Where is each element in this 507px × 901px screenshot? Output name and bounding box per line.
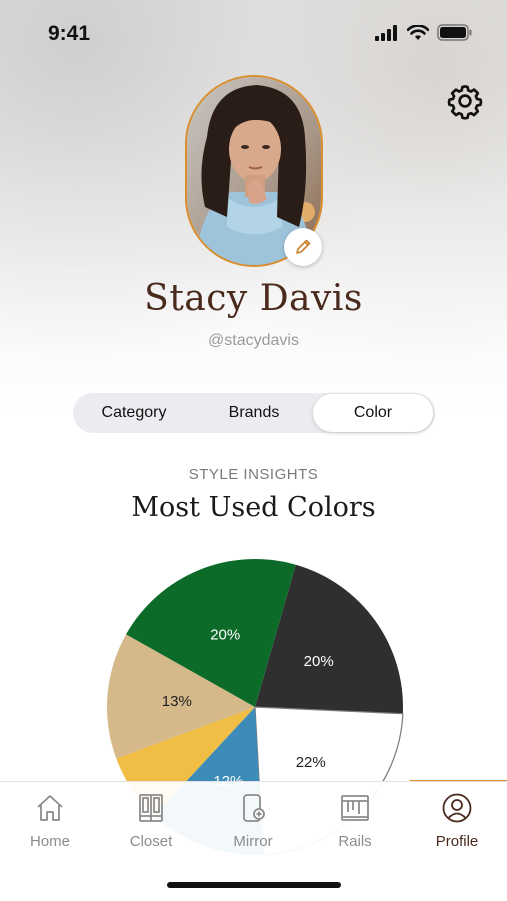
segment-category[interactable]: Category [73,393,195,433]
tab-mirror[interactable]: Mirror [203,792,303,850]
closet-icon [139,794,163,822]
battery-icon [437,24,472,41]
pie-slice-label: 13% [162,693,192,710]
status-icons [375,24,473,41]
tab-rails[interactable]: Rails [305,792,405,850]
tab-closet[interactable]: Closet [101,792,201,850]
insights-title: Most Used Colors [131,492,376,523]
status-time: 9:41 [48,22,91,45]
insight-segmented-control: Category Brands Color [73,393,435,433]
pencil-icon [296,239,311,254]
wifi-icon [407,24,429,40]
tab-profile[interactable]: Profile [407,792,507,850]
pie-slice-label: 20% [210,626,240,643]
home-icon [37,795,63,821]
profile-handle: @stacydavis [208,332,299,349]
tab-home[interactable]: Home [0,792,100,850]
mirror-icon [243,794,265,822]
status-bar: 9:41 [0,0,507,70]
tab-mirror-label: Mirror [233,833,273,850]
settings-gear-icon[interactable] [446,82,484,120]
tab-closet-label: Closet [129,833,173,850]
tab-rails-label: Rails [338,833,372,850]
insights-label: STYLE INSIGHTS [188,466,319,483]
home-indicator [167,882,341,888]
edit-avatar-button[interactable] [284,228,322,266]
tab-home-label: Home [29,833,70,850]
tab-profile-label: Profile [435,833,479,850]
profile-icon [442,793,472,823]
segment-brands[interactable]: Brands [195,393,313,433]
profile-name: Stacy Davis [144,278,363,319]
pie-slice-label: 22% [296,754,326,771]
segment-color[interactable]: Color [313,394,433,432]
signal-icon [375,24,397,41]
pie-slice-label: 20% [304,653,334,670]
rails-icon [341,795,369,821]
